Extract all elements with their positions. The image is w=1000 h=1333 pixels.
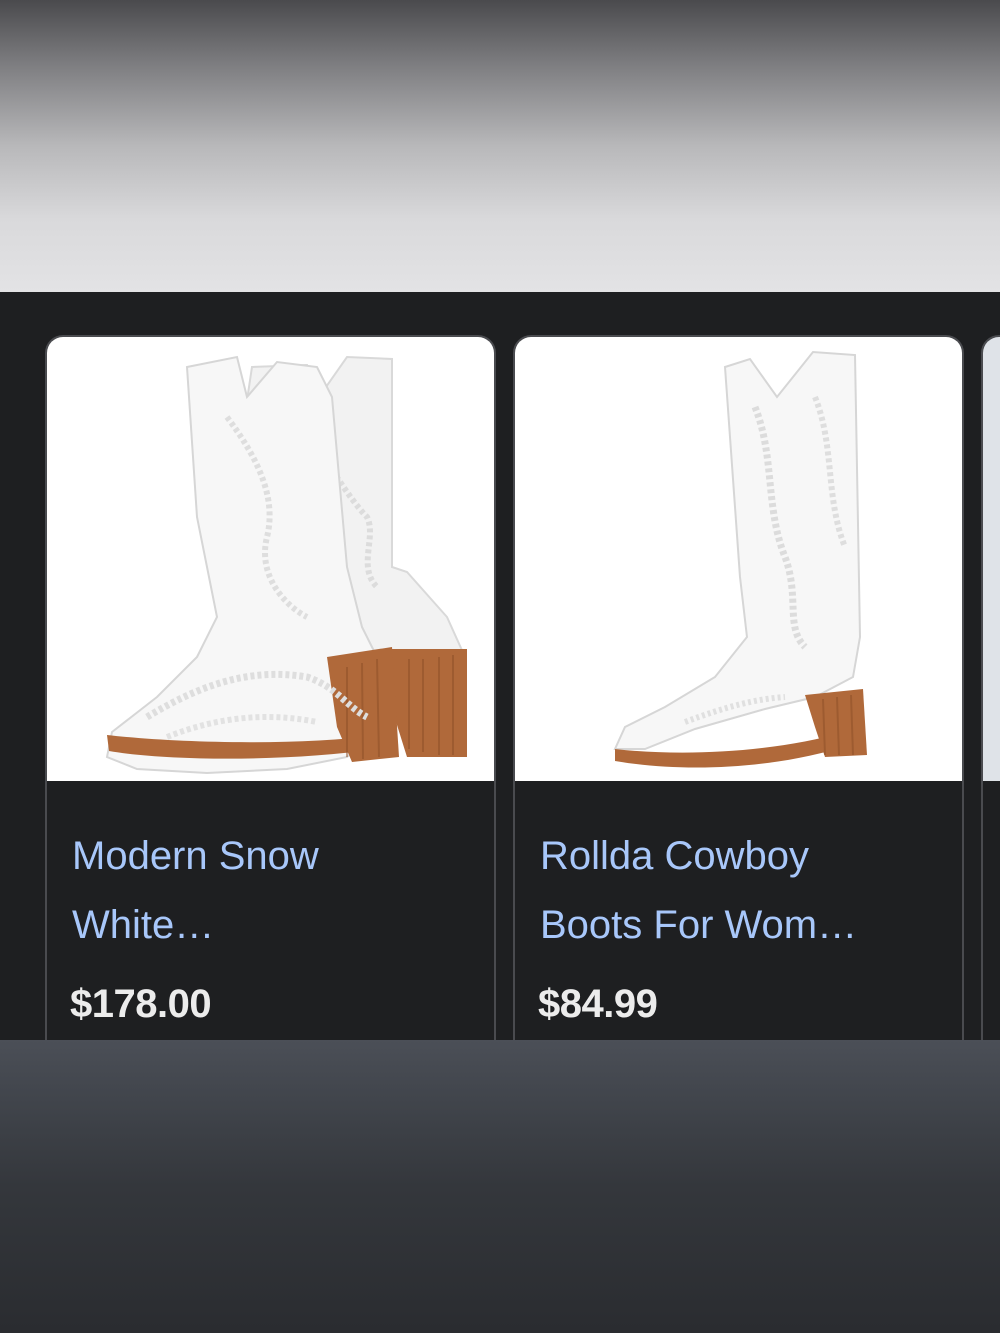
blurred-background-bottom [0, 1040, 1000, 1333]
product-card[interactable]: Modern Snow White… $178.00 [45, 335, 496, 1040]
product-title-line: Rollda Cowboy [540, 834, 810, 878]
product-title-line: Modern Snow [72, 834, 319, 878]
product-card-partial[interactable] [981, 335, 1000, 1040]
product-title-link[interactable]: Modern Snow White… [72, 822, 472, 960]
product-image[interactable] [515, 337, 962, 781]
product-carousel[interactable]: Modern Snow White… $178.00 Rollda Cowboy [0, 292, 1000, 1040]
product-price: $178.00 [70, 982, 212, 1026]
blurred-background-top [0, 0, 1000, 292]
product-price: $84.99 [538, 982, 658, 1026]
tall-boot-shape [613, 350, 867, 768]
product-title-link[interactable]: Rollda Cowboy Boots For Wom… [540, 822, 940, 960]
product-title-line: White… [72, 903, 215, 947]
white-tall-cowboy-boot-icon [613, 350, 867, 768]
product-title-line: Boots For Wom… [540, 903, 858, 947]
product-image[interactable] [983, 337, 1000, 781]
white-ankle-cowboy-boots-pair-icon [105, 355, 467, 775]
product-image[interactable] [47, 337, 494, 781]
product-card[interactable]: Rollda Cowboy Boots For Wom… $84.99 [513, 335, 964, 1040]
